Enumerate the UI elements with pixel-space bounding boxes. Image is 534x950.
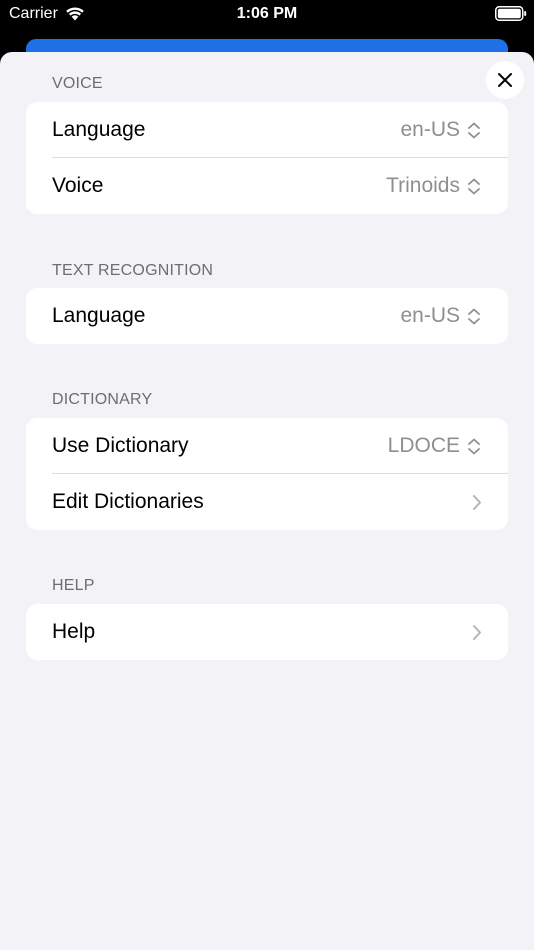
close-button[interactable]: [486, 61, 524, 99]
use-dictionary-value: LDOCE: [387, 434, 460, 457]
chevron-right-icon: [473, 495, 481, 510]
voice-language-row[interactable]: Language en-US: [26, 102, 508, 158]
help-row[interactable]: Help: [26, 604, 508, 660]
edit-dictionaries-label: Edit Dictionaries: [52, 490, 204, 513]
edit-dictionaries-row[interactable]: Edit Dictionaries: [26, 474, 508, 530]
voice-group: Language en-US Voice Trinoids: [26, 102, 508, 214]
chevron-up-down-icon: [468, 122, 480, 139]
dictionary-group: Use Dictionary LDOCE Edit Dictionaries: [26, 418, 508, 530]
clock: 1:06 PM: [236, 5, 298, 22]
voice-voice-value: Trinoids: [386, 174, 460, 197]
chevron-up-down-icon: [468, 438, 480, 455]
text-recognition-language-label: Language: [52, 304, 146, 327]
chevron-right-icon: [473, 625, 481, 640]
section-header-text-recognition: TEXT RECOGNITION: [52, 262, 214, 279]
chevron-up-down-icon: [468, 178, 480, 195]
status-bar: Carrier 1:06 PM: [0, 0, 534, 32]
close-icon: [498, 73, 512, 87]
voice-language-value: en-US: [400, 118, 460, 141]
use-dictionary-row[interactable]: Use Dictionary LDOCE: [26, 418, 508, 474]
voice-voice-row[interactable]: Voice Trinoids: [26, 158, 508, 214]
text-recognition-language-row[interactable]: Language en-US: [26, 288, 508, 344]
text-recognition-group: Language en-US: [26, 288, 508, 344]
voice-language-label: Language: [52, 118, 146, 141]
chevron-up-down-icon: [468, 308, 480, 325]
help-label: Help: [52, 620, 96, 643]
voice-voice-label: Voice: [52, 174, 104, 197]
battery-icon: [495, 6, 527, 21]
section-header-dictionary: DICTIONARY: [52, 391, 153, 408]
text-recognition-language-value: en-US: [400, 304, 460, 327]
use-dictionary-label: Use Dictionary: [52, 434, 189, 457]
section-header-help: HELP: [52, 577, 95, 594]
help-group: Help: [26, 604, 508, 660]
section-header-voice: VOICE: [52, 75, 103, 92]
